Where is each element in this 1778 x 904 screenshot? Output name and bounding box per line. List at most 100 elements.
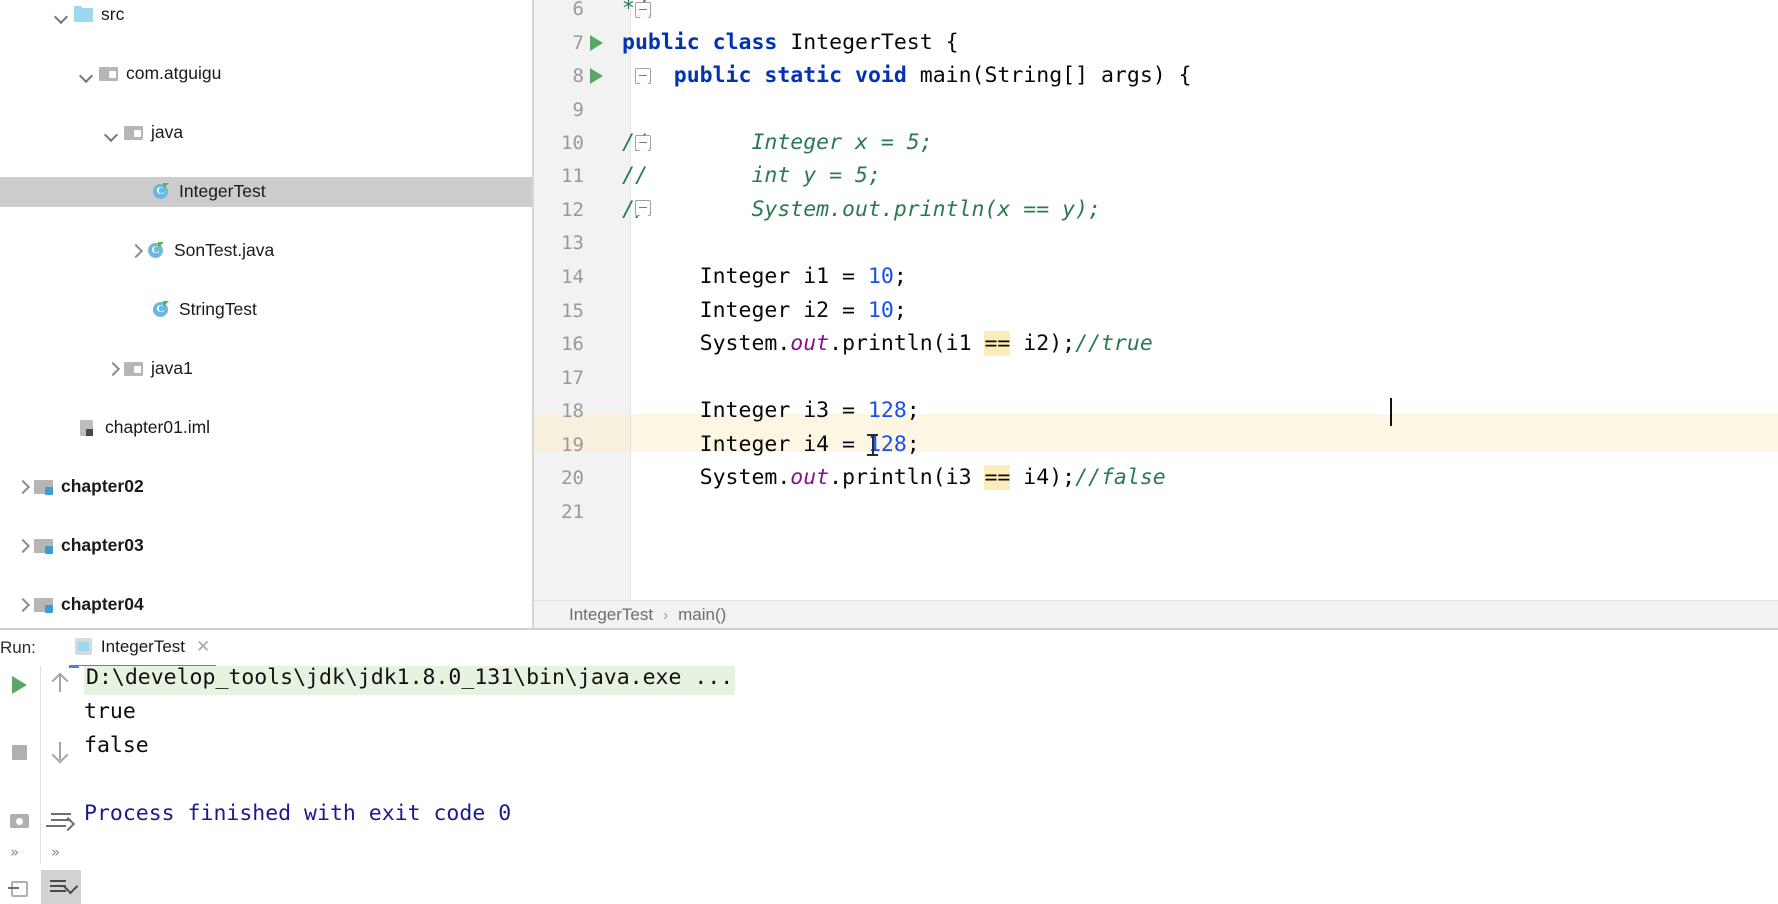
tree-item-chapter02[interactable]: chapter02 (0, 472, 534, 502)
tree-item-sontest[interactable]: SonTest.java (0, 236, 534, 266)
code-token-system: System. (699, 331, 791, 356)
code-token-class-name: IntegerTest (790, 30, 933, 55)
tree-item-label: StringTest (179, 299, 257, 319)
chevron-down-icon[interactable] (104, 125, 120, 141)
fold-minus-icon[interactable] (635, 68, 651, 84)
tree-item-label: chapter03 (61, 535, 144, 555)
chevron-down-icon[interactable] (79, 66, 95, 82)
tree-item-com-atguigu[interactable]: com.atguigu (0, 59, 534, 89)
project-tool-window[interactable]: src com.atguigu java IntegerTest SonTest… (0, 0, 534, 628)
line-number: 8 (572, 65, 584, 87)
fold-minus-icon[interactable] (635, 200, 651, 216)
code-token-trailing-comment-false: //false (1075, 465, 1166, 490)
code-token-type: Integer (699, 432, 791, 457)
line-number: 18 (561, 400, 584, 422)
code-token-println-open: .println(i3 (829, 465, 985, 490)
tree-item-java[interactable]: java (0, 118, 534, 148)
code-token-void: void (855, 63, 907, 88)
code-token-args-close: i4); (1010, 465, 1076, 490)
code-line-21[interactable]: 21 (534, 493, 1778, 531)
chevron-right-icon[interactable] (127, 243, 143, 259)
scroll-to-end-button[interactable] (41, 870, 81, 904)
code-token-out: out (790, 465, 830, 490)
line-number: 11 (561, 165, 584, 187)
code-editor[interactable]: 6 */ 7 public class IntegerTest { 8 publ… (534, 0, 1778, 600)
code-token-semicolon: ; (906, 398, 920, 423)
line-number: 16 (561, 333, 584, 355)
code-token-var-i3: i3 = (790, 398, 868, 423)
console-tab-icon (74, 638, 92, 655)
soft-wrap-button[interactable] (41, 802, 81, 836)
tree-item-integertest[interactable]: IntegerTest (0, 177, 534, 207)
chevron-right-icon[interactable] (14, 538, 30, 554)
tree-item-stringtest[interactable]: StringTest (0, 295, 534, 325)
code-token-var-i4: i4 = (790, 432, 868, 457)
code-token-trailing-comment-true: //true (1075, 331, 1153, 356)
expand-toolbar-icon[interactable]: » (51, 843, 60, 861)
tree-item-src[interactable]: src (0, 0, 534, 30)
line-number: 21 (561, 501, 584, 523)
chevron-right-icon[interactable] (14, 479, 30, 495)
tree-item-label: chapter04 (61, 594, 144, 614)
expand-toolbar-icon[interactable]: » (10, 843, 19, 861)
tree-item-java1[interactable]: java1 (0, 354, 534, 384)
snapshot-button[interactable] (0, 802, 40, 836)
tree-item-chapter01-iml[interactable]: chapter01.iml (0, 413, 534, 443)
breadcrumb-method[interactable]: main() (678, 605, 726, 625)
code-token-comment-12: System.out.println(x == y); (751, 197, 1101, 222)
next-occurrence-button[interactable] (41, 734, 81, 768)
breadcrumb-class[interactable]: IntegerTest (569, 605, 653, 625)
code-line-20[interactable]: 20 System.out.println(i3 == i4);//false (534, 459, 1778, 497)
code-token-brace: { (945, 30, 959, 55)
code-line-18[interactable]: 18 Integer i3 = 128; (534, 392, 1778, 430)
code-line-16[interactable]: 16 System.out.println(i1 == i2);//true (534, 325, 1778, 363)
tree-item-chapter04[interactable]: chapter04 (0, 590, 534, 620)
tree-item-label: java (151, 122, 184, 142)
folder-module-icon (34, 537, 54, 555)
rerun-button[interactable] (0, 666, 40, 700)
run-toolbar-primary[interactable]: » (0, 666, 40, 897)
run-toolbar-secondary[interactable]: » (40, 666, 81, 904)
breadcrumb[interactable]: IntegerTest › main() (534, 600, 1778, 629)
code-token-static: static (764, 63, 843, 88)
code-token-var-i2: i2 = (790, 298, 868, 323)
code-line-8[interactable]: 8 public static void main(String[] args)… (534, 57, 1778, 95)
stop-button[interactable] (0, 734, 40, 768)
line-number: 13 (561, 232, 584, 254)
run-tab-label: IntegerTest (100, 636, 186, 656)
fold-minus-icon[interactable] (635, 2, 651, 18)
chevron-down-icon[interactable] (54, 7, 70, 23)
tree-item-label: com.atguigu (126, 63, 222, 83)
line-number: 20 (561, 467, 584, 489)
previous-occurrence-button[interactable] (41, 666, 81, 700)
tree-item-chapter03[interactable]: chapter03 (0, 531, 534, 561)
code-token-semicolon: ; (893, 298, 907, 323)
console-exit-line: Process finished with exit code 0 (84, 801, 512, 826)
iml-file-icon (78, 419, 98, 437)
java-class-icon (152, 300, 172, 319)
text-caret (1390, 398, 1392, 426)
code-line-11[interactable]: 11 // int y = 5; (534, 157, 1778, 195)
export-button[interactable] (0, 870, 40, 904)
code-token-args-close: i2); (1010, 331, 1076, 356)
run-tool-window: Run: IntegerTest ✕ » » D:\develop_tools\… (0, 629, 1778, 904)
code-token-number: 10 (867, 264, 894, 289)
code-token-number: 10 (867, 298, 894, 323)
close-icon[interactable]: ✕ (196, 637, 210, 657)
code-line-14[interactable]: 14 Integer i1 = 10; (534, 258, 1778, 296)
console-output[interactable]: D:\develop_tools\jdk\jdk1.8.0_131\bin\ja… (79, 666, 1778, 864)
chevron-right-icon[interactable] (104, 361, 120, 377)
run-tab-integertest[interactable]: IntegerTest ✕ (68, 629, 217, 668)
code-token-system: System. (699, 465, 791, 490)
code-token-equality-operator: == (984, 465, 1011, 490)
code-token-public: public (673, 63, 752, 88)
java-class-icon (147, 241, 167, 260)
run-tool-window-header: Run: IntegerTest ✕ (0, 629, 1778, 668)
code-line-13[interactable]: 13 (534, 224, 1778, 262)
chevron-right-icon[interactable] (14, 597, 30, 613)
java-class-icon (152, 182, 172, 201)
code-token-type: Integer (699, 298, 791, 323)
run-gutter-icon-main[interactable] (590, 68, 603, 84)
run-gutter-icon-class[interactable] (590, 35, 603, 51)
fold-minus-icon[interactable] (635, 135, 651, 151)
